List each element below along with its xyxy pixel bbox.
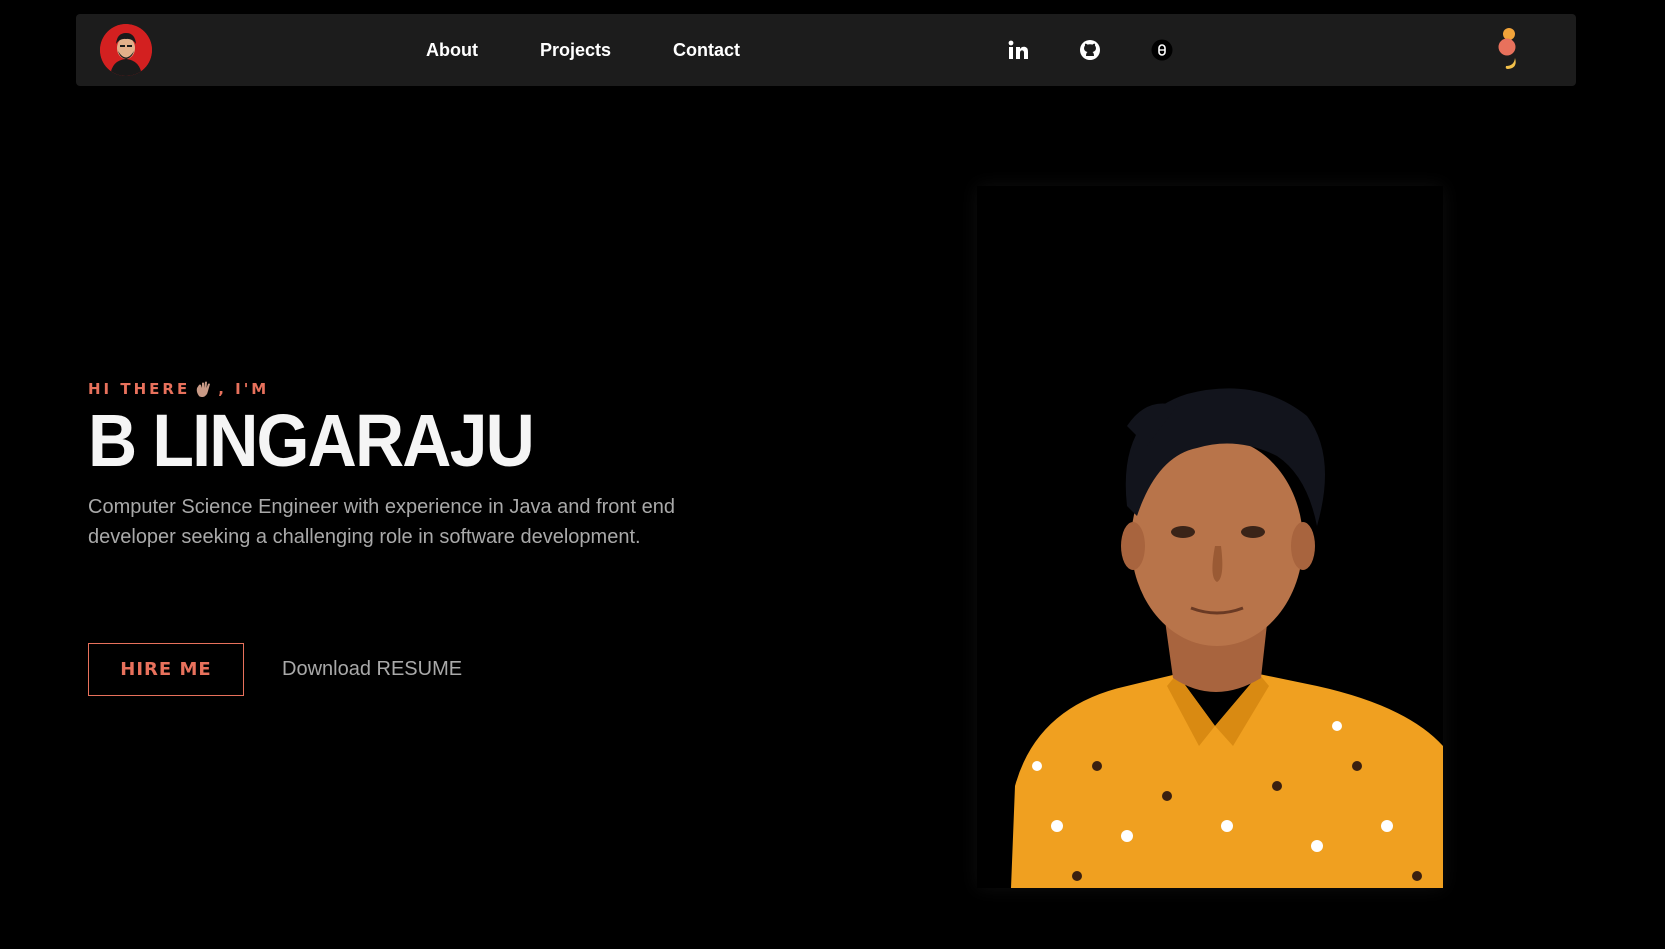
- github-icon[interactable]: [1078, 38, 1102, 62]
- profile-photo: [977, 186, 1443, 888]
- hero-name: B LINGARAJU: [88, 399, 535, 482]
- theme-toggle-icon[interactable]: [1496, 26, 1520, 74]
- social-links: [1006, 14, 1174, 86]
- portrait-illustration: [977, 186, 1443, 888]
- avatar-illustration: [100, 24, 152, 76]
- linkedin-icon[interactable]: [1006, 38, 1030, 62]
- greeting-prefix: HI THERE: [88, 380, 191, 398]
- greeting: HI THERE , I'M: [88, 380, 808, 398]
- nav-links: About Projects Contact: [426, 14, 740, 86]
- hashnode-icon[interactable]: [1150, 38, 1174, 62]
- avatar-logo[interactable]: [100, 24, 152, 76]
- top-navbar: About Projects Contact: [76, 14, 1576, 86]
- download-resume-link[interactable]: Download RESUME: [282, 658, 462, 681]
- hire-me-button[interactable]: HIRE ME: [88, 643, 244, 696]
- greeting-suffix: , I'M: [218, 380, 270, 398]
- nav-link-about[interactable]: About: [426, 40, 478, 61]
- hero-actions: HIRE ME Download RESUME: [88, 643, 462, 696]
- nav-link-projects[interactable]: Projects: [540, 40, 611, 61]
- hero-intro: HI THERE , I'M B LINGARAJU Computer Scie…: [88, 380, 808, 552]
- nav-link-contact[interactable]: Contact: [673, 40, 740, 61]
- hero-description: Computer Science Engineer with experienc…: [88, 496, 676, 548]
- waving-hand-icon: [194, 380, 214, 398]
